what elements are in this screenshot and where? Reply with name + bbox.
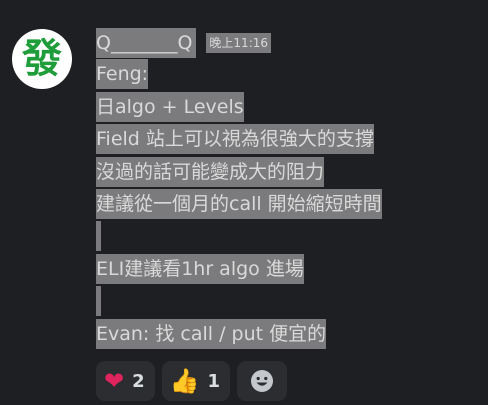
message-line-blank [96,285,476,319]
message-line: Feng: [96,58,476,91]
thumbs-up-icon: 👍 [169,367,200,395]
message-line-text: ELI建議看1hr algo 進場 [96,254,304,284]
message: Q_______Q 晚上11:16 Feng: 日algo + Levels F… [96,28,476,351]
message-header: Q_______Q 晚上11:16 [96,28,476,58]
avatar-glyph: 發 [22,35,62,82]
message-line: 沒過的話可能變成大的阻力 [96,156,476,189]
reaction-count: 2 [132,370,145,392]
message-line: Evan: 找 call / put 便宜的 [96,318,476,351]
reactions-bar: ❤ 2 👍 1 [96,361,288,401]
reaction-thumbs-up[interactable]: 👍 1 [161,361,231,401]
add-reaction-button[interactable] [237,361,288,401]
message-line-text: 沒過的話可能變成大的阻力 [96,156,325,187]
message-line: ELI建議看1hr algo 進場 [96,253,476,286]
avatar[interactable]: 發 [12,29,72,89]
timestamp[interactable]: 晚上11:16 [206,33,272,53]
username[interactable]: Q_______Q [96,28,197,58]
message-line-text: 日algo + Levels [96,91,244,122]
message-line: 建議從一個月的call 開始縮短時間 [96,188,476,221]
message-line-text: Evan: 找 call / put 便宜的 [96,319,327,349]
smiley-icon [251,370,274,392]
message-line-text: Feng: [96,59,149,89]
blank-line-highlight [96,285,101,316]
heart-icon: ❤ [104,367,125,395]
message-line-blank [96,220,476,254]
message-line: 日algo + Levels [96,91,476,124]
blank-line-highlight [96,220,101,251]
message-line-text: Field 站上可以視為很強大的支撐 [96,124,374,154]
message-line-text: 建議從一個月的call 開始縮短時間 [96,189,382,219]
message-line: Field 站上可以視為很強大的支撐 [96,123,476,156]
reaction-heart[interactable]: ❤ 2 [96,361,155,401]
reaction-count: 1 [207,370,221,392]
